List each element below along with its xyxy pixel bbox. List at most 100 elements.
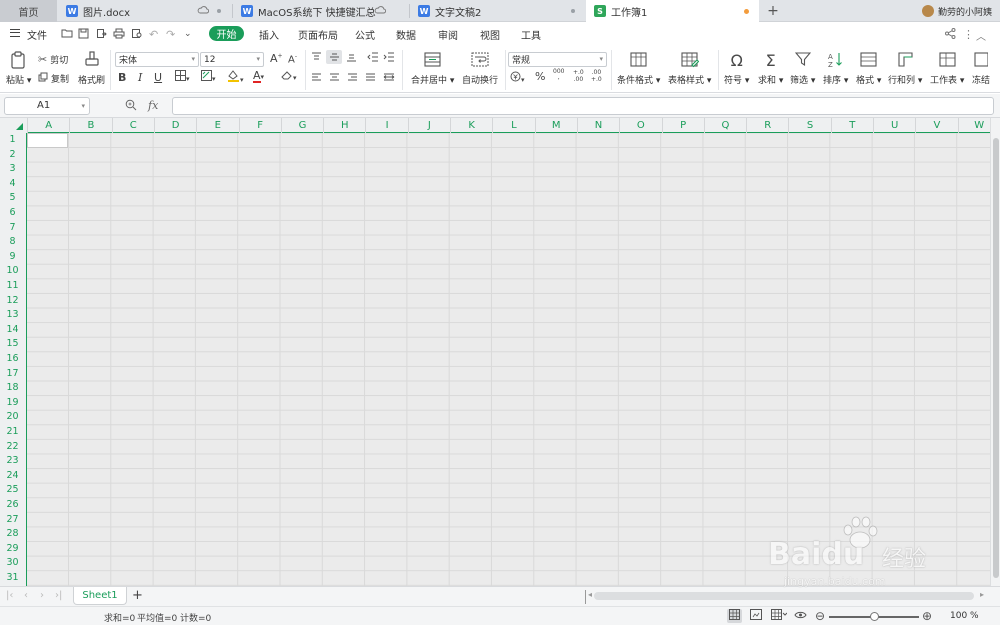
align-middle-icon[interactable] xyxy=(326,50,342,64)
align-top-icon[interactable] xyxy=(311,52,322,65)
more-options-icon[interactable]: ⋮ xyxy=(963,28,974,41)
select-all-corner[interactable] xyxy=(0,118,27,133)
fill-color-icon[interactable]: ▾ xyxy=(227,69,244,85)
freeze-button[interactable]: 冻结 xyxy=(972,51,990,86)
align-left-icon[interactable] xyxy=(311,72,322,85)
align-bottom-icon[interactable] xyxy=(346,52,357,65)
row-header[interactable]: 15 xyxy=(0,337,25,352)
row-header[interactable]: 11 xyxy=(0,279,25,294)
row-header[interactable]: 2 xyxy=(0,148,25,163)
filter-button[interactable]: 筛选 ▾ xyxy=(790,51,815,86)
row-header[interactable]: 18 xyxy=(0,381,25,396)
eye-protection-icon[interactable] xyxy=(794,609,807,623)
row-header[interactable]: 6 xyxy=(0,206,25,221)
number-format-select[interactable]: 常规 ▾ xyxy=(508,52,607,67)
row-header[interactable]: 30 xyxy=(0,556,25,571)
row-header[interactable]: 5 xyxy=(0,191,25,206)
menu-tab-page-layout[interactable]: 页面布局 xyxy=(298,27,338,42)
column-header[interactable]: U xyxy=(873,118,915,133)
font-size-select[interactable]: 12 ▾ xyxy=(200,52,264,67)
column-header[interactable]: L xyxy=(492,118,534,133)
column-header[interactable]: O xyxy=(619,118,661,133)
tab-document-active[interactable]: S 工作簿1 xyxy=(586,0,759,22)
underline-button[interactable]: U xyxy=(154,71,162,84)
font-color-icon[interactable]: A▾ xyxy=(253,69,264,83)
worksheet-button[interactable]: 工作表 ▾ xyxy=(930,51,964,86)
row-header[interactable]: 7 xyxy=(0,221,25,236)
decrease-font-size-icon[interactable]: A- xyxy=(288,53,297,65)
tab-home[interactable]: 首页 xyxy=(0,0,57,22)
percent-button[interactable]: % xyxy=(535,70,545,83)
add-sheet-button[interactable]: + xyxy=(132,588,143,603)
undo-icon[interactable]: ↶ xyxy=(149,28,158,41)
paste-button[interactable]: 粘贴 ▾ xyxy=(6,51,31,86)
column-header[interactable]: I xyxy=(365,118,407,133)
column-header[interactable]: T xyxy=(830,118,873,133)
row-header[interactable]: 25 xyxy=(0,483,25,498)
new-tab-button[interactable]: + xyxy=(766,2,780,20)
menu-tab-data[interactable]: 数据 xyxy=(396,27,416,42)
column-header[interactable]: P xyxy=(661,118,704,133)
page-layout-view-icon[interactable] xyxy=(750,609,762,623)
column-header[interactable]: B xyxy=(69,118,111,133)
menu-tab-home[interactable]: 开始 xyxy=(209,26,244,41)
folder-open-icon[interactable] xyxy=(61,28,73,41)
thousands-separator-icon[interactable]: 000, xyxy=(553,69,564,81)
column-header[interactable]: H xyxy=(323,118,365,133)
column-header[interactable]: S xyxy=(788,118,830,133)
row-header[interactable]: 29 xyxy=(0,542,25,557)
column-header[interactable]: G xyxy=(280,118,323,133)
scroll-right-icon[interactable]: ▸ xyxy=(980,590,984,599)
merge-center-button[interactable]: 合并居中 ▾ xyxy=(411,51,454,86)
column-header[interactable]: C xyxy=(111,118,154,133)
vertical-scroll-thumb[interactable] xyxy=(993,138,999,578)
tab-document[interactable]: W 文字文稿2 xyxy=(410,0,585,22)
row-header[interactable]: 10 xyxy=(0,264,25,279)
row-header[interactable]: 19 xyxy=(0,396,25,411)
row-header[interactable]: 31 xyxy=(0,571,25,586)
align-right-icon[interactable] xyxy=(347,72,358,85)
column-header[interactable]: F xyxy=(238,118,281,133)
conditional-format-button[interactable]: 条件格式 ▾ xyxy=(617,51,660,86)
row-header[interactable]: 22 xyxy=(0,440,25,455)
scroll-split-handle[interactable] xyxy=(585,590,586,604)
menu-tab-view[interactable]: 视图 xyxy=(480,27,500,42)
row-header[interactable]: 28 xyxy=(0,527,25,542)
menu-tab-tools[interactable]: 工具 xyxy=(521,27,541,42)
scroll-left-icon[interactable]: ◂ xyxy=(588,590,592,599)
column-header[interactable]: A xyxy=(27,118,69,133)
zoom-level[interactable]: 100 % xyxy=(950,611,979,621)
menu-tab-review[interactable]: 审阅 xyxy=(438,27,458,42)
hamburger-menu-icon[interactable] xyxy=(10,29,20,37)
tab-document[interactable]: W 图片.docx xyxy=(58,0,231,22)
format-painter-button[interactable]: 格式刷 xyxy=(78,51,105,86)
page-break-view-icon[interactable] xyxy=(771,609,788,623)
column-header[interactable]: J xyxy=(407,118,450,133)
save-icon[interactable] xyxy=(78,28,89,42)
align-center-icon[interactable] xyxy=(329,72,340,85)
horizontal-scrollbar[interactable] xyxy=(594,592,974,600)
insert-function-button[interactable]: fx xyxy=(148,99,158,112)
column-header[interactable]: Q xyxy=(703,118,746,133)
row-header[interactable]: 4 xyxy=(0,177,25,192)
row-header[interactable]: 3 xyxy=(0,162,25,177)
zoom-lookup-icon[interactable] xyxy=(125,99,137,114)
increase-decimal-icon[interactable]: +.0.00 xyxy=(573,69,584,83)
fill-pattern-icon[interactable]: ▾ xyxy=(201,70,216,84)
menu-tab-insert[interactable]: 插入 xyxy=(259,27,279,42)
export-icon[interactable] xyxy=(96,28,107,42)
row-header[interactable]: 13 xyxy=(0,308,25,323)
normal-view-icon[interactable] xyxy=(727,609,742,623)
row-header[interactable]: 16 xyxy=(0,352,25,367)
row-header[interactable]: 12 xyxy=(0,294,25,309)
table-style-button[interactable]: 表格样式 ▾ xyxy=(668,51,711,86)
row-header[interactable]: 27 xyxy=(0,513,25,528)
row-header[interactable]: 8 xyxy=(0,235,25,250)
decrease-decimal-icon[interactable]: .00 +.0 xyxy=(591,69,602,83)
share-icon[interactable] xyxy=(945,28,956,42)
symbol-button[interactable]: Ω 符号 ▾ xyxy=(724,51,749,86)
column-header[interactable]: D xyxy=(153,118,196,133)
auto-wrap-button[interactable]: 自动换行 xyxy=(462,51,498,86)
row-header[interactable]: 21 xyxy=(0,425,25,440)
increase-indent-icon[interactable] xyxy=(383,52,395,65)
